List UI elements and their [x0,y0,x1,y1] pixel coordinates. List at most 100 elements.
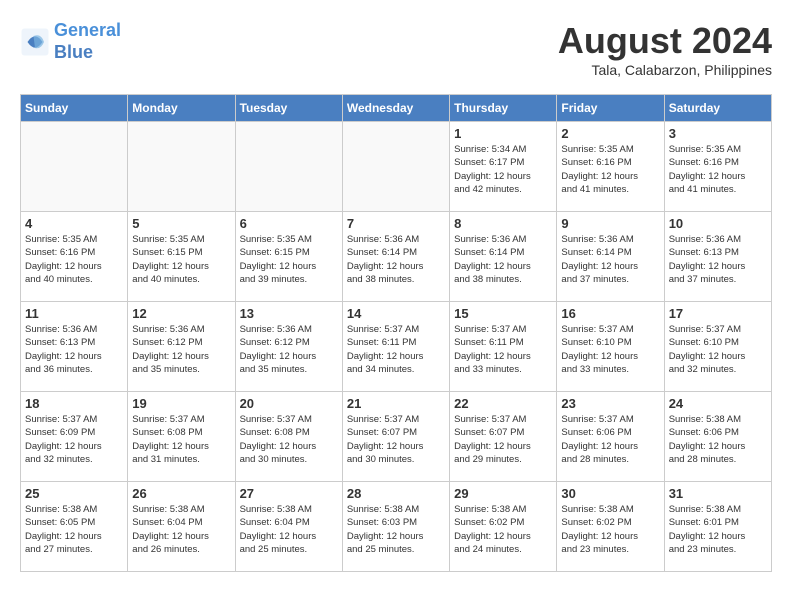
day-number: 14 [347,306,445,321]
day-info: Sunrise: 5:37 AM Sunset: 6:07 PM Dayligh… [454,413,552,466]
day-number: 18 [25,396,123,411]
day-number: 17 [669,306,767,321]
calendar-cell: 29 Sunrise: 5:38 AM Sunset: 6:02 PM Dayli… [450,482,557,572]
day-info: Sunrise: 5:37 AM Sunset: 6:11 PM Dayligh… [347,323,445,376]
calendar-cell: 19 Sunrise: 5:37 AM Sunset: 6:08 PM Dayli… [128,392,235,482]
logo-text: General Blue [54,20,121,63]
day-number: 12 [132,306,230,321]
col-header-saturday: Saturday [664,95,771,122]
day-number: 20 [240,396,338,411]
calendar-cell [128,122,235,212]
day-info: Sunrise: 5:37 AM Sunset: 6:10 PM Dayligh… [561,323,659,376]
calendar-cell: 21Sunrise: 5:37 AM Sunset: 6:07 PM Dayli… [342,392,449,482]
page-header: General Blue August 2024 Tala, Calabarzo… [20,20,772,78]
calendar-cell: 15 Sunrise: 5:37 AM Sunset: 6:11 PM Dayli… [450,302,557,392]
day-number: 3 [669,126,767,141]
logo-icon [20,27,50,57]
calendar-cell: 5 Sunrise: 5:35 AM Sunset: 6:15 PM Daylig… [128,212,235,302]
day-info: Sunrise: 5:34 AM Sunset: 6:17 PM Dayligh… [454,143,552,196]
calendar-cell: 20 Sunrise: 5:37 AM Sunset: 6:08 PM Dayli… [235,392,342,482]
calendar-cell: 2 Sunrise: 5:35 AM Sunset: 6:16 PM Daylig… [557,122,664,212]
day-number: 25 [25,486,123,501]
day-number: 8 [454,216,552,231]
calendar-cell: 7 Sunrise: 5:36 AM Sunset: 6:14 PM Daylig… [342,212,449,302]
calendar-cell: 9 Sunrise: 5:36 AM Sunset: 6:14 PM Daylig… [557,212,664,302]
week-row-4: 18 Sunrise: 5:37 AM Sunset: 6:09 PM Dayli… [21,392,772,482]
day-number: 30 [561,486,659,501]
title-block: August 2024 Tala, Calabarzon, Philippine… [558,20,772,78]
day-info: Sunrise: 5:38 AM Sunset: 6:03 PM Dayligh… [347,503,445,556]
day-number: 2 [561,126,659,141]
calendar-cell: 18 Sunrise: 5:37 AM Sunset: 6:09 PM Dayli… [21,392,128,482]
day-number: 21 [347,396,445,411]
day-number: 29 [454,486,552,501]
calendar-cell: 30 Sunrise: 5:38 AM Sunset: 6:02 PM Dayli… [557,482,664,572]
day-number: 15 [454,306,552,321]
week-row-1: 1 Sunrise: 5:34 AM Sunset: 6:17 PM Daylig… [21,122,772,212]
calendar-cell: 26 Sunrise: 5:38 AM Sunset: 6:04 PM Dayli… [128,482,235,572]
calendar-cell: 1 Sunrise: 5:34 AM Sunset: 6:17 PM Daylig… [450,122,557,212]
day-info: Sunrise: 5:36 AM Sunset: 6:13 PM Dayligh… [25,323,123,376]
calendar-cell: 10Sunrise: 5:36 AM Sunset: 6:13 PM Dayli… [664,212,771,302]
day-info: Sunrise: 5:36 AM Sunset: 6:14 PM Dayligh… [454,233,552,286]
day-info: Sunrise: 5:35 AM Sunset: 6:16 PM Dayligh… [561,143,659,196]
location: Tala, Calabarzon, Philippines [558,62,772,78]
day-info: Sunrise: 5:36 AM Sunset: 6:12 PM Dayligh… [240,323,338,376]
calendar-cell: 4 Sunrise: 5:35 AM Sunset: 6:16 PM Daylig… [21,212,128,302]
day-number: 26 [132,486,230,501]
col-header-thursday: Thursday [450,95,557,122]
day-number: 16 [561,306,659,321]
calendar-cell: 11 Sunrise: 5:36 AM Sunset: 6:13 PM Dayli… [21,302,128,392]
col-header-friday: Friday [557,95,664,122]
day-info: Sunrise: 5:37 AM Sunset: 6:08 PM Dayligh… [132,413,230,466]
day-info: Sunrise: 5:35 AM Sunset: 6:15 PM Dayligh… [240,233,338,286]
calendar-cell: 27 Sunrise: 5:38 AM Sunset: 6:04 PM Dayli… [235,482,342,572]
calendar-cell: 16 Sunrise: 5:37 AM Sunset: 6:10 PM Dayli… [557,302,664,392]
day-info: Sunrise: 5:37 AM Sunset: 6:06 PM Dayligh… [561,413,659,466]
day-info: Sunrise: 5:38 AM Sunset: 6:05 PM Dayligh… [25,503,123,556]
day-number: 28 [347,486,445,501]
day-info: Sunrise: 5:35 AM Sunset: 6:16 PM Dayligh… [669,143,767,196]
day-info: Sunrise: 5:35 AM Sunset: 6:16 PM Dayligh… [25,233,123,286]
calendar-cell: 8 Sunrise: 5:36 AM Sunset: 6:14 PM Daylig… [450,212,557,302]
week-row-3: 11 Sunrise: 5:36 AM Sunset: 6:13 PM Dayli… [21,302,772,392]
day-number: 11 [25,306,123,321]
logo: General Blue [20,20,121,63]
day-info: Sunrise: 5:37 AM Sunset: 6:09 PM Dayligh… [25,413,123,466]
col-header-monday: Monday [128,95,235,122]
col-header-tuesday: Tuesday [235,95,342,122]
col-header-wednesday: Wednesday [342,95,449,122]
day-number: 9 [561,216,659,231]
day-number: 5 [132,216,230,231]
calendar-table: SundayMondayTuesdayWednesdayThursdayFrid… [20,94,772,572]
calendar-cell: 13Sunrise: 5:36 AM Sunset: 6:12 PM Dayli… [235,302,342,392]
calendar-cell [21,122,128,212]
calendar-cell: 23Sunrise: 5:37 AM Sunset: 6:06 PM Dayli… [557,392,664,482]
day-info: Sunrise: 5:37 AM Sunset: 6:10 PM Dayligh… [669,323,767,376]
day-number: 24 [669,396,767,411]
day-number: 7 [347,216,445,231]
day-info: Sunrise: 5:36 AM Sunset: 6:14 PM Dayligh… [347,233,445,286]
calendar-cell: 14 Sunrise: 5:37 AM Sunset: 6:11 PM Dayli… [342,302,449,392]
day-number: 19 [132,396,230,411]
day-info: Sunrise: 5:37 AM Sunset: 6:11 PM Dayligh… [454,323,552,376]
week-row-2: 4 Sunrise: 5:35 AM Sunset: 6:16 PM Daylig… [21,212,772,302]
month-title: August 2024 [558,20,772,62]
day-number: 22 [454,396,552,411]
day-info: Sunrise: 5:35 AM Sunset: 6:15 PM Dayligh… [132,233,230,286]
day-number: 27 [240,486,338,501]
calendar-cell: 28 Sunrise: 5:38 AM Sunset: 6:03 PM Dayli… [342,482,449,572]
day-info: Sunrise: 5:36 AM Sunset: 6:12 PM Dayligh… [132,323,230,376]
calendar-cell: 3 Sunrise: 5:35 AM Sunset: 6:16 PM Daylig… [664,122,771,212]
day-info: Sunrise: 5:36 AM Sunset: 6:13 PM Dayligh… [669,233,767,286]
day-info: Sunrise: 5:38 AM Sunset: 6:02 PM Dayligh… [561,503,659,556]
calendar-cell [342,122,449,212]
day-info: Sunrise: 5:38 AM Sunset: 6:04 PM Dayligh… [240,503,338,556]
day-info: Sunrise: 5:36 AM Sunset: 6:14 PM Dayligh… [561,233,659,286]
day-number: 1 [454,126,552,141]
day-info: Sunrise: 5:38 AM Sunset: 6:02 PM Dayligh… [454,503,552,556]
day-number: 4 [25,216,123,231]
day-info: Sunrise: 5:37 AM Sunset: 6:08 PM Dayligh… [240,413,338,466]
col-header-sunday: Sunday [21,95,128,122]
day-info: Sunrise: 5:38 AM Sunset: 6:04 PM Dayligh… [132,503,230,556]
